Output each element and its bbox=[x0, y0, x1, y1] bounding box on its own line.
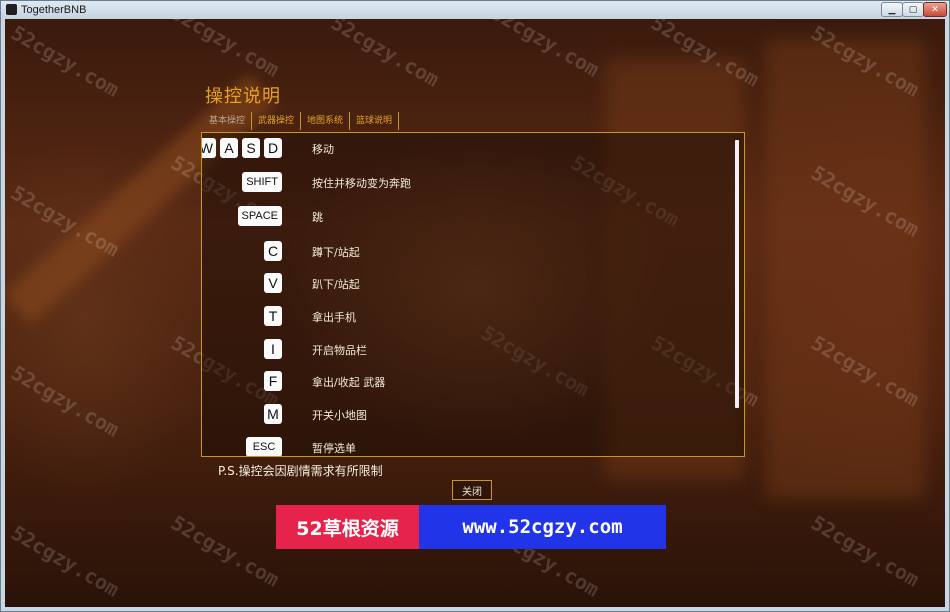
control-action-label: 暂停选单 bbox=[312, 442, 356, 455]
scrollbar[interactable] bbox=[735, 140, 739, 408]
watermark-text: 52cgzy.com bbox=[807, 510, 924, 592]
key-cap: S bbox=[242, 138, 260, 158]
key-group: M bbox=[264, 404, 282, 424]
key-cap: M bbox=[264, 404, 282, 424]
control-row: C 蹲下/站起 bbox=[202, 241, 722, 267]
maximize-button[interactable]: ▢ bbox=[902, 2, 924, 17]
key-cap: F bbox=[264, 371, 282, 391]
key-group: WASD bbox=[202, 138, 282, 158]
window-title: TogetherBNB bbox=[21, 4, 87, 16]
key-cap: V bbox=[264, 273, 282, 293]
watermark-text: 52cgzy.com bbox=[167, 510, 284, 592]
controls-list[interactable]: W A S D 移动 SHIFT 按住并移动变为奔跑 SPACE 跳 C 蹲下/站起 V 趴下/站起 T 拿… bbox=[201, 132, 745, 457]
watermark-text: 52cgzy.com bbox=[7, 360, 124, 442]
key-group: C bbox=[264, 241, 282, 261]
banner-right-text: www.52cgzy.com bbox=[419, 505, 666, 549]
promo-banner: 52草根资源 www.52cgzy.com bbox=[276, 505, 666, 549]
close-window-button[interactable]: ✕ bbox=[923, 2, 947, 17]
key-group: SHIFT bbox=[242, 172, 282, 192]
key-group: SPACE bbox=[237, 206, 282, 226]
control-action-label: 按住并移动变为奔跑 bbox=[312, 177, 411, 190]
tab-basketball-guide[interactable]: 篮球说明 bbox=[350, 112, 400, 130]
control-action-label: 移动 bbox=[312, 143, 334, 156]
control-action-label: 蹲下/站起 bbox=[312, 246, 360, 259]
control-row: SPACE 跳 bbox=[202, 206, 722, 232]
key-group: T bbox=[264, 306, 282, 326]
control-row: M 开关小地图 bbox=[202, 404, 722, 430]
title-bar[interactable]: TogetherBNB ▁ ▢ ✕ bbox=[1, 1, 949, 19]
key-cap: SHIFT bbox=[242, 172, 282, 192]
key-cap: SPACE bbox=[237, 206, 282, 226]
banner-left-text: 52草根资源 bbox=[276, 505, 419, 549]
tab-weapon-controls[interactable]: 武器操控 bbox=[252, 112, 302, 130]
control-action-label: 开关小地图 bbox=[312, 409, 367, 422]
panel-title: 操控说明 bbox=[205, 86, 281, 107]
control-row: T 拿出手机 bbox=[202, 306, 722, 332]
key-cap: C bbox=[264, 241, 282, 261]
key-group: I bbox=[264, 339, 282, 359]
watermark-text: 52cgzy.com bbox=[327, 19, 444, 92]
control-row: ESC 暂停选单 bbox=[202, 437, 722, 456]
background-shelf bbox=[765, 39, 925, 499]
minimize-button[interactable]: ▁ bbox=[881, 2, 903, 17]
key-cap: W bbox=[202, 138, 216, 158]
key-cap: D bbox=[264, 138, 282, 158]
tab-basic-controls[interactable]: 基本操控 bbox=[203, 112, 253, 130]
key-cap: I bbox=[264, 339, 282, 359]
tab-map-system[interactable]: 地图系统 bbox=[301, 112, 351, 130]
watermark-text: 52cgzy.com bbox=[167, 19, 284, 82]
app-window: TogetherBNB ▁ ▢ ✕ 52cgzy.com 52cgzy.com 52… bbox=[0, 0, 950, 612]
key-cap: T bbox=[264, 306, 282, 326]
control-action-label: 趴下/站起 bbox=[312, 278, 360, 291]
key-group: ESC bbox=[246, 437, 282, 456]
control-action-label: 拿出/收起 武器 bbox=[312, 376, 386, 389]
control-row: F 拿出/收起 武器 bbox=[202, 371, 722, 397]
key-group: F bbox=[264, 371, 282, 391]
control-row: I 开启物品栏 bbox=[202, 339, 722, 365]
key-cap: ESC bbox=[246, 437, 282, 456]
control-row: SHIFT 按住并移动变为奔跑 bbox=[202, 172, 722, 198]
control-action-label: 跳 bbox=[312, 211, 323, 224]
key-group: V bbox=[264, 273, 282, 293]
watermark-text: 52cgzy.com bbox=[7, 520, 124, 602]
controls-note: P.S.操控会因剧情需求有所限制 bbox=[218, 464, 383, 478]
watermark-text: 52cgzy.com bbox=[487, 19, 604, 82]
control-action-label: 拿出手机 bbox=[312, 311, 356, 324]
key-cap: A bbox=[220, 138, 238, 158]
control-action-label: 开启物品栏 bbox=[312, 344, 367, 357]
tab-bar: 基本操控 武器操控 地图系统 篮球说明 bbox=[203, 112, 400, 130]
control-row: W A S D 移动 bbox=[202, 138, 722, 164]
app-icon bbox=[6, 4, 17, 15]
watermark-text: 52cgzy.com bbox=[7, 20, 124, 102]
control-row: V 趴下/站起 bbox=[202, 273, 722, 299]
close-button[interactable]: 关闭 bbox=[452, 480, 492, 500]
